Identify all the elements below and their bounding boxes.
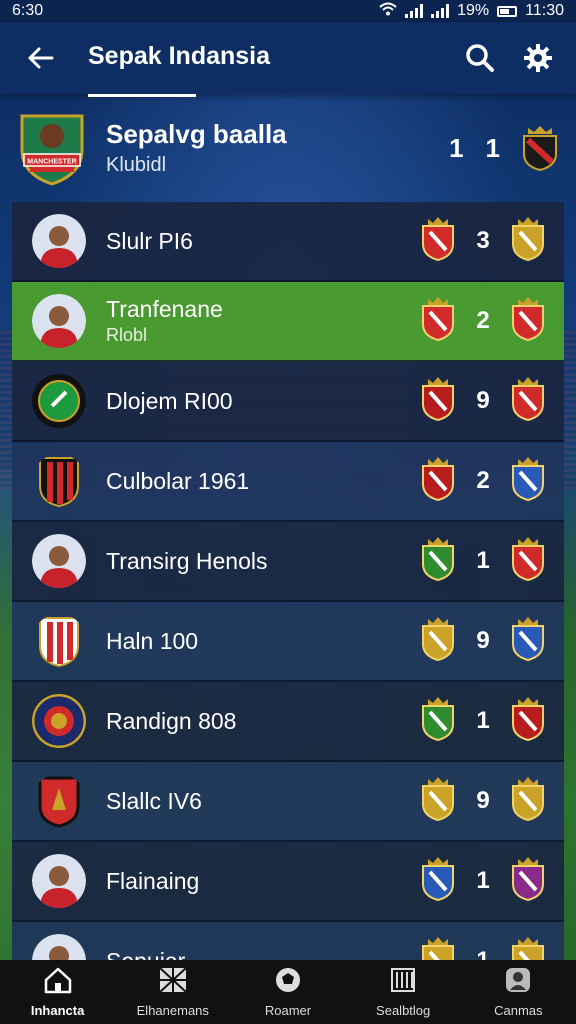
team-avatar-icon — [32, 214, 86, 268]
nav-item-ball[interactable]: Roamer — [233, 966, 343, 1018]
row-team-name: Slallc IV6 — [106, 787, 202, 814]
row-score: 2 — [476, 467, 490, 494]
team-avatar-icon — [32, 534, 86, 588]
nav-item-network[interactable]: Elhanemans — [118, 966, 228, 1018]
summary-subtitle: Klubidl — [106, 154, 167, 176]
home-crest-icon — [420, 616, 456, 667]
team-avatar-icon — [32, 374, 86, 428]
row-team-name: Flainaing — [106, 867, 200, 894]
row-score: 1 — [476, 867, 490, 894]
search-button[interactable] — [462, 40, 498, 76]
app-bar: Sepak Indansia — [0, 22, 576, 97]
match-row[interactable]: Slallc IV6 9 — [12, 762, 564, 842]
standings-icon — [388, 966, 418, 999]
opponent-crest-icon — [523, 126, 557, 172]
summary-score-b: 1 — [485, 132, 500, 163]
home-crest-icon — [420, 856, 456, 907]
row-team-name: Haln 100 — [106, 627, 199, 654]
away-crest-icon — [510, 776, 546, 827]
match-row[interactable]: Culbolar 1961 2 — [12, 442, 564, 522]
nav-item-label: Canmas — [494, 1003, 543, 1018]
home-icon — [43, 966, 73, 999]
row-team-name: Slulr PI6 — [106, 227, 193, 254]
match-row[interactable]: Randign 808 1 — [12, 682, 564, 762]
row-team-name: Culbolar 1961 — [106, 467, 250, 494]
away-crest-icon — [510, 216, 546, 267]
arrow-left-icon — [28, 47, 54, 69]
home-crest-icon — [420, 456, 456, 507]
signal-icon — [405, 4, 424, 18]
away-crest-icon — [510, 856, 546, 907]
back-button[interactable] — [20, 38, 60, 78]
row-score: 9 — [476, 387, 490, 414]
summary-team-name: Sepalvg baalla — [106, 119, 287, 149]
away-crest-icon — [510, 376, 546, 427]
nav-item-label: Roamer — [264, 1003, 312, 1018]
page-title: Sepak Indansia — [88, 42, 270, 97]
status-time-left: 6:30 — [12, 2, 44, 19]
row-team-name: Dlojem RI00 — [106, 387, 233, 414]
home-crest-icon — [420, 696, 456, 747]
match-row[interactable]: Dlojem RI00 9 — [12, 362, 564, 442]
away-crest-icon — [510, 696, 546, 747]
nav-item-home[interactable]: Inhancta — [3, 966, 113, 1018]
battery-percent: 19% — [457, 2, 490, 19]
profile-icon — [503, 966, 533, 999]
team-avatar-icon — [32, 694, 86, 748]
home-crest-icon — [420, 376, 456, 427]
row-score: 9 — [476, 627, 490, 654]
team-avatar-icon — [32, 774, 86, 828]
battery-icon — [497, 5, 518, 17]
match-row[interactable]: Transirg Henols 1 — [12, 522, 564, 602]
away-crest-icon — [510, 456, 546, 507]
away-crest-icon — [510, 536, 546, 587]
network-icon — [158, 966, 188, 999]
team-avatar-icon — [32, 854, 86, 908]
row-team-name: Transirg Henols — [106, 547, 268, 574]
nav-item-profile[interactable]: Canmas — [463, 966, 573, 1018]
match-row[interactable]: Slulr PI6 3 — [12, 202, 564, 282]
status-time-right: 11:30 — [525, 2, 564, 19]
home-crest-icon — [420, 536, 456, 587]
row-team-name: Randign 808 — [106, 707, 237, 734]
home-crest-icon — [420, 296, 456, 347]
away-crest-icon — [510, 616, 546, 667]
nav-item-label: Elhanemans — [136, 1003, 209, 1018]
match-row[interactable]: Tranfenane Rlobl 2 — [12, 282, 564, 362]
row-score: 3 — [476, 227, 490, 254]
match-summary[interactable]: MANCHESTER Sepalvg baalla Klubidl 1 1 — [16, 100, 560, 196]
team-avatar-icon — [32, 614, 86, 668]
match-row[interactable]: Haln 100 9 — [12, 602, 564, 682]
team-avatar-icon — [32, 454, 86, 508]
row-team-name: Tranfenane — [106, 296, 223, 322]
nav-item-standings[interactable]: Sealbtlog — [348, 966, 458, 1018]
row-score: 2 — [476, 307, 490, 334]
status-bar: 6:30 19% 11:30 — [0, 0, 576, 22]
row-subtitle: Rlobl — [106, 325, 148, 345]
match-list: Slulr PI6 3 Tranfenane Rlobl 2 Dlojem RI00 9 Cu… — [12, 202, 564, 1002]
match-row[interactable]: Flainaing 1 — [12, 842, 564, 922]
gear-icon — [524, 44, 552, 72]
ball-icon — [273, 966, 303, 999]
home-crest-icon — [420, 216, 456, 267]
row-score: 1 — [476, 707, 490, 734]
row-score: 1 — [476, 547, 490, 574]
settings-button[interactable] — [520, 40, 556, 76]
row-score: 9 — [476, 787, 490, 814]
signal-icon-2 — [431, 4, 450, 18]
nav-item-label: Inhancta — [30, 1003, 85, 1018]
team-avatar-icon — [32, 294, 86, 348]
nav-item-label: Sealbtlog — [376, 1003, 431, 1018]
bottom-navigation: Inhancta Elhanemans Roamer Sealbtlog Canmas — [0, 960, 576, 1024]
away-crest-icon — [510, 296, 546, 347]
wifi-icon — [379, 2, 397, 21]
summary-score-a: 1 — [449, 132, 464, 163]
home-crest-icon — [420, 776, 456, 827]
search-icon — [466, 44, 494, 72]
team-badge-icon: MANCHESTER — [20, 114, 84, 186]
badge-banner-text: MANCHESTER — [27, 159, 76, 166]
